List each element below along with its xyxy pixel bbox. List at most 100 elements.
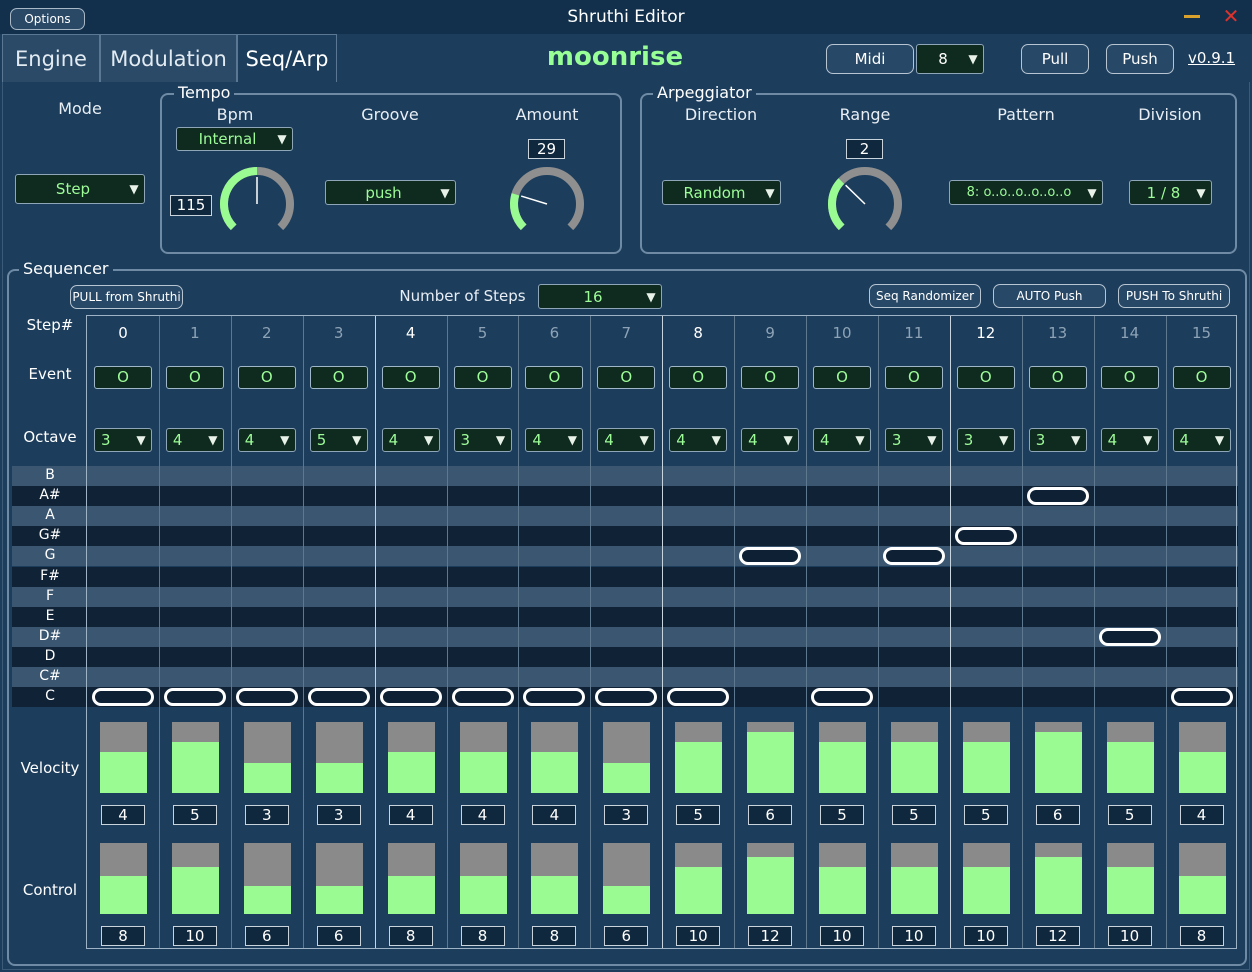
version-link[interactable]: v0.9.1 bbox=[1188, 49, 1235, 67]
push-button[interactable]: Push bbox=[1106, 44, 1174, 74]
amount-knob[interactable] bbox=[505, 162, 589, 246]
control-slider[interactable] bbox=[603, 843, 651, 914]
velocity-slider[interactable] bbox=[531, 722, 579, 793]
midi-button[interactable]: Midi bbox=[826, 44, 914, 74]
octave-dropdown[interactable]: 4 ▼ bbox=[1172, 428, 1231, 452]
velocity-value[interactable]: 5 bbox=[676, 805, 721, 825]
seq-randomizer-button[interactable]: Seq Randomizer bbox=[869, 284, 981, 308]
bpm-knob[interactable] bbox=[215, 162, 299, 246]
note-marker[interactable] bbox=[307, 688, 370, 707]
bpm-value[interactable]: 115 bbox=[170, 195, 212, 216]
note-marker[interactable] bbox=[523, 688, 586, 707]
control-value[interactable]: 8 bbox=[532, 926, 577, 946]
control-value[interactable]: 12 bbox=[748, 926, 793, 946]
range-value[interactable]: 2 bbox=[846, 139, 883, 159]
note-marker[interactable] bbox=[811, 688, 873, 707]
event-button[interactable]: O bbox=[669, 366, 728, 389]
pull-from-shruthi-button[interactable]: PULL from Shruthi bbox=[70, 285, 183, 309]
close-icon[interactable]: ✕ bbox=[1222, 5, 1240, 27]
velocity-slider[interactable] bbox=[962, 722, 1010, 793]
velocity-value[interactable]: 5 bbox=[891, 805, 936, 825]
control-value[interactable]: 10 bbox=[891, 926, 936, 946]
octave-dropdown[interactable]: 3 ▼ bbox=[1028, 428, 1087, 452]
control-value[interactable]: 6 bbox=[244, 926, 289, 946]
velocity-value[interactable]: 4 bbox=[1179, 805, 1224, 825]
octave-dropdown[interactable]: 4 ▼ bbox=[669, 428, 728, 452]
note-marker[interactable] bbox=[92, 688, 154, 707]
octave-dropdown[interactable]: 4 ▼ bbox=[237, 428, 296, 452]
velocity-slider[interactable] bbox=[171, 722, 219, 793]
octave-dropdown[interactable]: 3 ▼ bbox=[956, 428, 1015, 452]
pull-button[interactable]: Pull bbox=[1021, 44, 1089, 74]
tab-modulation[interactable]: Modulation bbox=[100, 34, 237, 82]
control-slider[interactable] bbox=[243, 843, 291, 914]
direction-dropdown[interactable]: Random ▼ bbox=[662, 180, 781, 205]
event-button[interactable]: O bbox=[94, 366, 152, 389]
control-value[interactable]: 10 bbox=[963, 926, 1008, 946]
note-marker[interactable] bbox=[882, 547, 945, 566]
note-marker[interactable] bbox=[595, 688, 658, 707]
octave-dropdown[interactable]: 4 ▼ bbox=[741, 428, 800, 452]
velocity-slider[interactable] bbox=[747, 722, 795, 793]
groove-dropdown[interactable]: push ▼ bbox=[325, 180, 456, 205]
range-knob[interactable] bbox=[823, 162, 907, 246]
control-slider[interactable] bbox=[747, 843, 795, 914]
note-marker[interactable] bbox=[451, 688, 514, 707]
control-value[interactable]: 6 bbox=[316, 926, 361, 946]
octave-dropdown[interactable]: 3 ▼ bbox=[453, 428, 512, 452]
velocity-value[interactable]: 3 bbox=[316, 805, 361, 825]
auto-push-button[interactable]: AUTO Push bbox=[993, 284, 1106, 308]
event-button[interactable]: O bbox=[525, 366, 584, 389]
control-value[interactable]: 10 bbox=[676, 926, 721, 946]
note-marker[interactable] bbox=[163, 688, 226, 707]
octave-dropdown[interactable]: 4 ▼ bbox=[1100, 428, 1159, 452]
octave-dropdown[interactable]: 4 ▼ bbox=[597, 428, 656, 452]
note-marker[interactable] bbox=[1098, 627, 1161, 646]
velocity-value[interactable]: 6 bbox=[1035, 805, 1080, 825]
bpm-source-dropdown[interactable]: Internal ▼ bbox=[176, 127, 293, 151]
control-slider[interactable] bbox=[100, 843, 147, 914]
event-button[interactable]: O bbox=[1100, 366, 1159, 389]
note-marker[interactable] bbox=[235, 688, 298, 707]
octave-dropdown[interactable]: 4 ▼ bbox=[165, 428, 224, 452]
velocity-value[interactable]: 4 bbox=[532, 805, 577, 825]
event-button[interactable]: O bbox=[884, 366, 943, 389]
control-value[interactable]: 12 bbox=[1035, 926, 1080, 946]
control-slider[interactable] bbox=[962, 843, 1010, 914]
control-slider[interactable] bbox=[819, 843, 866, 914]
velocity-value[interactable]: 5 bbox=[1107, 805, 1152, 825]
control-value[interactable]: 8 bbox=[460, 926, 505, 946]
octave-dropdown[interactable]: 4 ▼ bbox=[525, 428, 584, 452]
event-button[interactable]: O bbox=[956, 366, 1015, 389]
push-to-shruthi-button[interactable]: PUSH To Shruthi bbox=[1118, 284, 1230, 308]
control-value[interactable]: 10 bbox=[172, 926, 217, 946]
velocity-slider[interactable] bbox=[387, 722, 435, 793]
velocity-slider[interactable] bbox=[100, 722, 147, 793]
control-value[interactable]: 6 bbox=[604, 926, 649, 946]
control-slider[interactable] bbox=[171, 843, 219, 914]
octave-dropdown[interactable]: 5 ▼ bbox=[309, 428, 368, 452]
tab-seq-arp[interactable]: Seq/Arp bbox=[237, 34, 337, 82]
octave-dropdown[interactable]: 4 ▼ bbox=[813, 428, 871, 452]
control-slider[interactable] bbox=[315, 843, 363, 914]
velocity-slider[interactable] bbox=[675, 722, 723, 793]
control-value[interactable]: 8 bbox=[1179, 926, 1224, 946]
event-button[interactable]: O bbox=[597, 366, 656, 389]
control-slider[interactable] bbox=[531, 843, 579, 914]
note-marker[interactable] bbox=[667, 688, 730, 707]
note-marker[interactable] bbox=[1026, 487, 1089, 506]
velocity-slider[interactable] bbox=[243, 722, 291, 793]
event-button[interactable]: O bbox=[741, 366, 800, 389]
velocity-value[interactable]: 3 bbox=[244, 805, 289, 825]
event-button[interactable]: O bbox=[237, 366, 296, 389]
note-marker[interactable] bbox=[954, 527, 1017, 546]
control-slider[interactable] bbox=[387, 843, 435, 914]
control-value[interactable]: 10 bbox=[820, 926, 864, 946]
control-slider[interactable] bbox=[1034, 843, 1082, 914]
pattern-dropdown[interactable]: 8: o..o..o..o..o..o ▼ bbox=[949, 180, 1103, 205]
event-button[interactable]: O bbox=[1172, 366, 1231, 389]
note-marker[interactable] bbox=[1170, 688, 1233, 707]
velocity-slider[interactable] bbox=[603, 722, 651, 793]
control-value[interactable]: 8 bbox=[101, 926, 145, 946]
midi-channel-dropdown[interactable]: 8 ▼ bbox=[916, 44, 984, 74]
